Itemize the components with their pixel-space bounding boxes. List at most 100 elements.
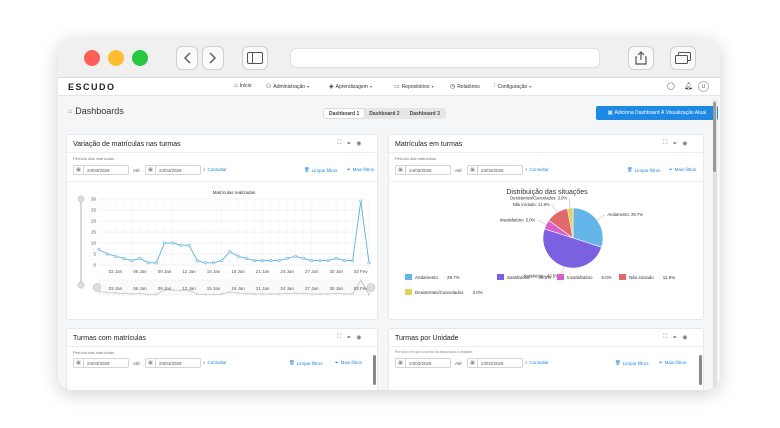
tab-dashboard-2[interactable]: Dashboard 2: [364, 109, 404, 118]
limpar-filtros-button[interactable]: 🗑︎ Limpar filtros: [304, 167, 337, 173]
consultar-label: Consultar: [207, 360, 227, 365]
nav-aprendizagem[interactable]: ◈ Aprendizagem ▾: [329, 83, 372, 91]
limpar-filtros-button[interactable]: 🗑︎ Limpar filtros: [289, 360, 322, 366]
date-from-input[interactable]: ▣ 24/03/2026: [395, 165, 451, 175]
consultar-button[interactable]: ⌕ Consultar: [525, 360, 549, 365]
mais-filtros-button[interactable]: ⏷ Mais filtros: [335, 360, 362, 365]
expand-icon[interactable]: ⛶: [663, 140, 667, 147]
link-icon[interactable]: ⚭: [672, 140, 677, 147]
x-tick-label: 06 Jan: [133, 269, 147, 274]
forward-button[interactable]: [202, 46, 224, 70]
consultar-button[interactable]: ⌕ Consultar: [203, 167, 227, 172]
sidebar-toggle-button[interactable]: [242, 46, 268, 70]
card-scrollbar[interactable]: [373, 355, 376, 385]
browser-window: ESCUDO ⌂ Início ⚇ Administração ▾ ◈ Apre…: [58, 38, 720, 390]
x-tick-label: 12 Jan: [182, 269, 196, 274]
address-bar[interactable]: [290, 48, 600, 68]
date-value: 24/03/2026: [87, 167, 110, 173]
consultar-button[interactable]: ⌕ Consultar: [203, 360, 227, 365]
y-tick-label: 30: [91, 197, 97, 202]
filter-label: Período em que a turma foi associada à u…: [395, 350, 473, 354]
date-from-input[interactable]: ▣ 24/03/2026: [395, 358, 451, 368]
mais-filtros-button[interactable]: ⏷ Mais filtros: [659, 360, 686, 365]
limpar-label: Limpar filtros: [634, 167, 661, 173]
date-to-input[interactable]: ▣ 23/04/2026: [467, 358, 523, 368]
eye-icon[interactable]: ◉: [356, 140, 361, 147]
add-dashboard-label: Adiciona Dashboard À Visualização Atual: [614, 110, 707, 116]
minimize-window-button[interactable]: [108, 50, 124, 66]
range-slider-tick-label: 30 Jan: [330, 286, 344, 291]
date-to-input[interactable]: ▣ 23/04/2026: [145, 165, 201, 175]
legend-item[interactable]: Desistentes/Cancelados 3.0%: [405, 289, 483, 295]
tabs-overview-button[interactable]: [670, 46, 696, 70]
range-slider-tick-label: 21 Jan: [256, 286, 270, 291]
share-button[interactable]: [628, 46, 654, 70]
mais-filtros-button[interactable]: ⏷ Mais filtros: [669, 167, 696, 172]
legend-item[interactable]: Satisfatório 49.5%: [497, 274, 551, 280]
consultar-button[interactable]: ⌕ Consultar: [525, 167, 549, 172]
y-tick-label: 20: [91, 219, 97, 224]
date-to-input[interactable]: ▣ 23/04/2026: [145, 358, 201, 368]
back-button[interactable]: [176, 46, 198, 70]
range-slider-point: [261, 292, 264, 295]
add-dashboard-button[interactable]: ▦ Adiciona Dashboard À Visualização Atua…: [596, 106, 718, 120]
legend-swatch: [497, 274, 504, 280]
range-slider-tick-label: 18 Jan: [231, 286, 245, 291]
bell-icon[interactable]: 🔔︎: [684, 82, 693, 90]
data-point: [326, 259, 330, 263]
nav-relatorios[interactable]: ◷ Relatórios: [450, 83, 480, 91]
maximize-window-button[interactable]: [132, 50, 148, 66]
legend-item[interactable]: Andamento 29.7%: [405, 274, 460, 280]
link-icon[interactable]: ⚭: [346, 334, 351, 341]
avatar[interactable]: U: [698, 81, 709, 92]
mais-label: Mais filtros: [674, 167, 697, 172]
date-from-input[interactable]: ▣ 24/03/2026: [73, 165, 129, 175]
legend-value: 11.9%: [662, 274, 676, 280]
filter-icon: ⏷: [335, 360, 339, 365]
x-tick-label: 09 Jan: [158, 269, 172, 274]
nav-administracao[interactable]: ⚇ Administração ▾: [266, 83, 310, 91]
nav-repositorios[interactable]: ▭ Repositórios ▾: [394, 83, 433, 91]
nav-inicio[interactable]: ⌂ Início: [234, 83, 252, 89]
tab-dashboard-3[interactable]: Dashboard 3: [405, 109, 445, 118]
data-point: [342, 259, 346, 263]
legend-item[interactable]: Não iniciado 11.9%: [619, 274, 675, 280]
card-scrollbar[interactable]: [699, 355, 702, 385]
y-tick-label: 15: [91, 230, 97, 235]
card-title: Turmas com matrículas: [73, 335, 146, 342]
pie-slice-label: Insatisfatório: 5.0%: [500, 217, 536, 222]
page-scrollbar-thumb[interactable]: [713, 102, 716, 172]
tab-dashboard-1[interactable]: Dashboard 1: [324, 109, 365, 118]
expand-icon[interactable]: ⛶: [337, 140, 341, 147]
date-from-input[interactable]: ▣ 24/03/2026: [73, 358, 129, 368]
nav-configuracao[interactable]: ⫶ Configuração ▾: [494, 83, 531, 90]
search-icon: ⌕: [203, 167, 206, 172]
link-icon[interactable]: ⚭: [346, 140, 351, 147]
dashboard-icon: ▦: [607, 110, 613, 116]
close-window-button[interactable]: [84, 50, 100, 66]
link-icon[interactable]: ⚭: [672, 334, 677, 341]
expand-icon[interactable]: ⛶: [337, 334, 341, 341]
mais-filtros-button[interactable]: ⏷ Mais filtros: [347, 167, 374, 172]
date-to-input[interactable]: ▣ 23/04/2026: [467, 165, 523, 175]
range-slider-tick-label: 09 Jan: [158, 286, 172, 291]
x-tick-label: 15 Jan: [207, 269, 221, 274]
eye-icon[interactable]: ◉: [682, 140, 687, 147]
range-slider-point: [294, 291, 297, 294]
card-title: Variação de matrículas nas turmas: [73, 141, 181, 148]
eye-icon[interactable]: ◉: [682, 334, 687, 341]
range-slider-tick-label: 27 Jan: [305, 286, 319, 291]
trash-icon: 🗑︎: [615, 360, 621, 365]
limpar-filtros-button[interactable]: 🗑︎ Limpar filtros: [627, 167, 660, 173]
chevron-down-icon: ▾: [307, 84, 310, 89]
limpar-filtros-button[interactable]: 🗑︎ Limpar filtros: [615, 360, 648, 366]
eye-icon[interactable]: ◉: [356, 334, 361, 341]
calendar-icon: ▣: [146, 166, 156, 174]
data-point: [122, 256, 126, 260]
data-point: [269, 259, 273, 263]
legend-item[interactable]: Insatisfatório 5.0%: [557, 274, 612, 280]
date-value: 23/04/2026: [159, 167, 182, 173]
app-logo[interactable]: ESCUDO: [68, 82, 116, 92]
expand-icon[interactable]: ⛶: [663, 334, 667, 341]
chat-icon[interactable]: ◯: [667, 82, 675, 90]
